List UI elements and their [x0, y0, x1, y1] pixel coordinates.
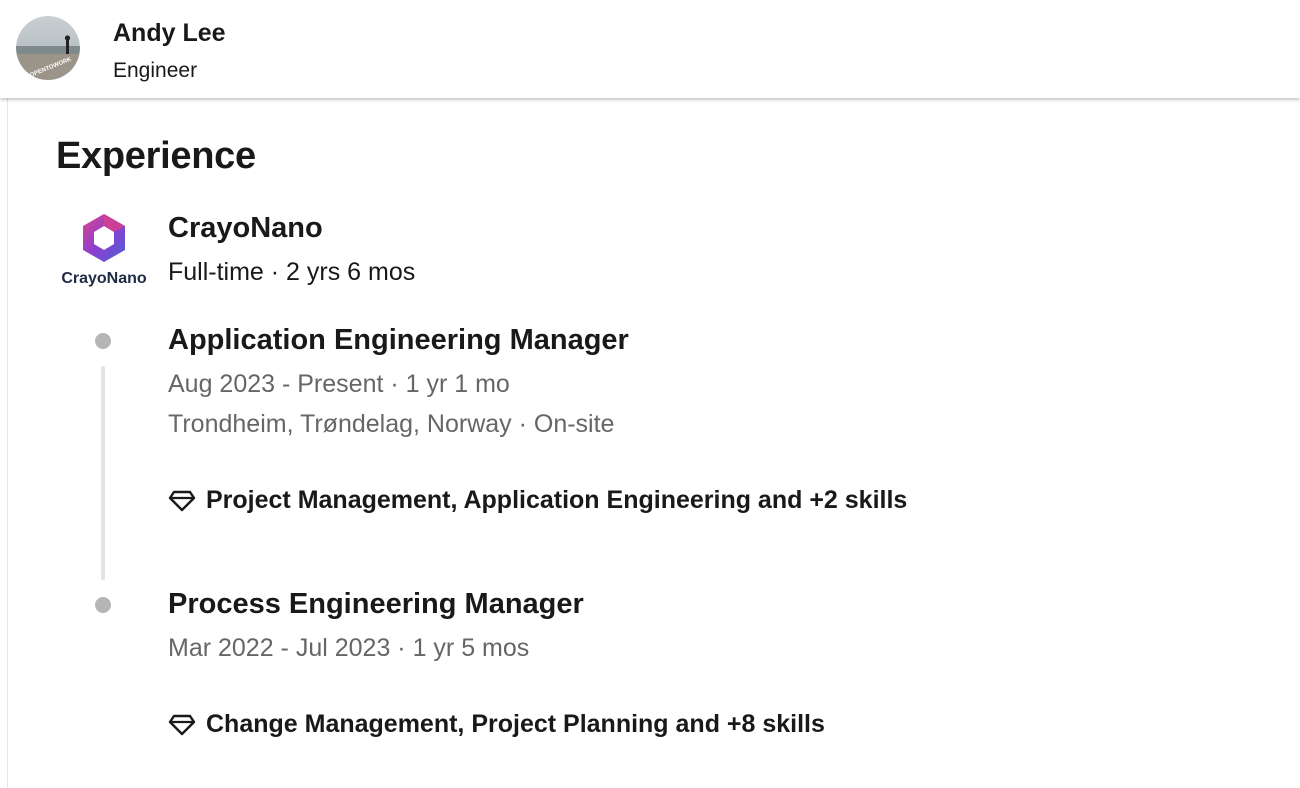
- role-skills[interactable]: Change Management, Project Planning and …: [168, 710, 825, 739]
- role-title[interactable]: Process Engineering Manager: [168, 588, 584, 621]
- company-tenure: Full-time · 2 yrs 6 mos: [168, 258, 416, 286]
- profile-headline: Engineer: [113, 59, 198, 82]
- role-title[interactable]: Application Engineering Manager: [168, 324, 629, 357]
- role-skills-text: Project Management, Application Engineer…: [206, 486, 908, 514]
- profile-photo-icon: #OPENTOWORK: [16, 16, 80, 80]
- company-logo-text: CrayoNano: [61, 270, 147, 287]
- timeline-dot: [95, 333, 111, 349]
- role-location: Trondheim, Trøndelag, Norway · On-site: [168, 410, 615, 438]
- role-skills-text: Change Management, Project Planning and …: [206, 710, 825, 738]
- left-divider: [0, 98, 8, 788]
- diamond-icon: [168, 714, 196, 735]
- section-title: Experience: [56, 135, 256, 177]
- timeline-connector: [101, 366, 105, 580]
- role-dates: Mar 2022 - Jul 2023 · 1 yr 5 mos: [168, 634, 530, 662]
- role-dates: Aug 2023 - Present · 1 yr 1 mo: [168, 370, 510, 398]
- profile-header: #OPENTOWORK Andy Lee Engineer: [0, 0, 1300, 98]
- avatar[interactable]: #OPENTOWORK: [16, 16, 80, 80]
- company-name[interactable]: CrayoNano: [168, 212, 323, 245]
- role-skills[interactable]: Project Management, Application Engineer…: [168, 486, 907, 515]
- diamond-icon: [168, 490, 196, 511]
- profile-name[interactable]: Andy Lee: [113, 19, 226, 48]
- company-logo[interactable]: CrayoNano: [54, 212, 154, 292]
- timeline-dot: [95, 597, 111, 613]
- crayonano-logo-icon: [83, 214, 125, 262]
